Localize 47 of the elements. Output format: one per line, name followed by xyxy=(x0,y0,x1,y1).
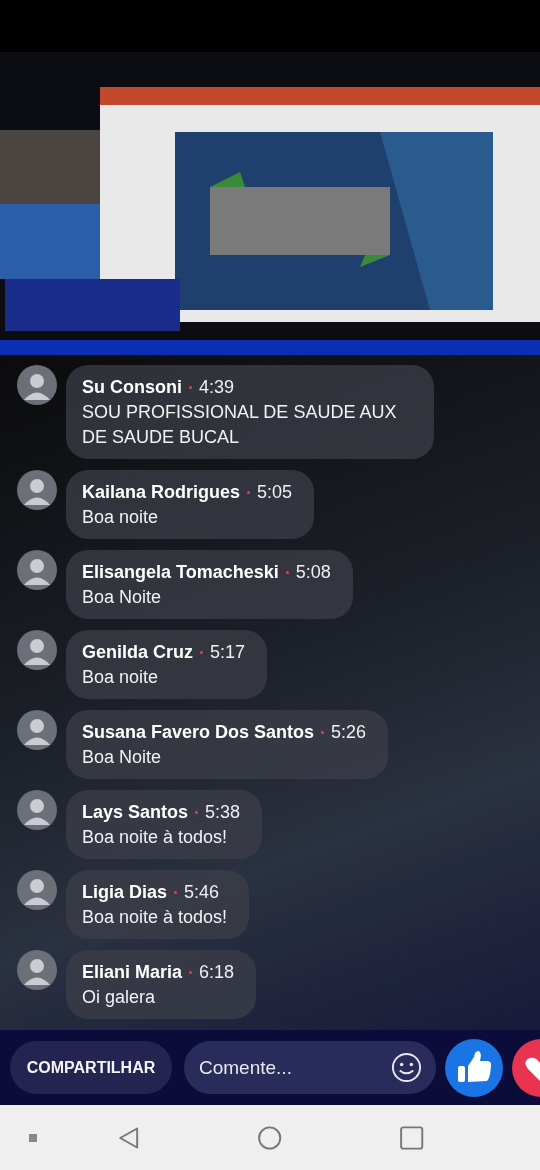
separator-dot-icon xyxy=(200,650,203,654)
commenter-name[interactable]: Ligia Dias xyxy=(82,879,168,905)
commenter-name[interactable]: Eliani Maria xyxy=(82,959,183,985)
separator-dot-icon xyxy=(174,890,178,894)
comment-time: 5:17 xyxy=(210,641,246,664)
comment-time: 5:26 xyxy=(331,721,367,744)
home-icon[interactable] xyxy=(257,1124,283,1151)
comment-time: 5:08 xyxy=(295,561,331,584)
avatar[interactable] xyxy=(17,790,57,830)
separator-dot-icon xyxy=(195,810,199,814)
heart-icon[interactable] xyxy=(512,1038,540,1097)
avatar[interactable] xyxy=(17,365,57,405)
comment-text: Boa noite xyxy=(82,506,160,529)
separator-dot-icon xyxy=(247,490,251,494)
avatar[interactable] xyxy=(17,470,57,510)
commenter-name[interactable]: Lays Santos xyxy=(82,799,189,825)
emoji-icon[interactable] xyxy=(391,1052,422,1083)
like-icon[interactable] xyxy=(445,1038,503,1097)
comment-text: Boa noite à todos! xyxy=(82,826,229,849)
recents-icon[interactable] xyxy=(398,1124,424,1151)
avatar[interactable] xyxy=(17,870,57,910)
avatar[interactable] xyxy=(17,630,57,670)
comment-text: Boa Noite xyxy=(82,586,163,609)
commenter-name[interactable]: Kailana Rodrigues xyxy=(82,479,241,505)
commenter-name[interactable]: Susana Favero Dos Santos xyxy=(82,719,315,745)
comment-time: 5:46 xyxy=(184,881,220,904)
comment-text: Boa noite xyxy=(82,666,160,689)
comment-text: Boa Noite xyxy=(82,746,163,769)
comment-time: 6:18 xyxy=(199,961,235,984)
comment-time: 5:05 xyxy=(257,481,293,504)
commenter-name[interactable]: Elisangela Tomacheski xyxy=(82,559,279,585)
commenter-name[interactable]: Su Consoni xyxy=(82,374,182,400)
comment-text: Boa noite à todos! xyxy=(82,906,228,929)
separator-dot-icon xyxy=(285,570,289,574)
separator-dot-icon xyxy=(189,385,192,389)
comment-time: 4:39 xyxy=(199,376,235,399)
commenter-name[interactable]: Genilda Cruz xyxy=(82,639,193,665)
separator-dot-icon xyxy=(189,970,193,974)
comment-text: Oi galera xyxy=(82,986,157,1009)
avatar[interactable] xyxy=(17,710,57,750)
comment-text: SOU PROFISSIONAL DE SAUDE AUX DE SAUDE BUCAL xyxy=(82,401,398,449)
share-button[interactable]: COMPARTILHAR xyxy=(10,1041,172,1094)
comment-field[interactable]: Comente... xyxy=(184,1041,436,1094)
avatar[interactable] xyxy=(17,550,57,590)
comment-time: 5:38 xyxy=(205,801,241,824)
avatar[interactable] xyxy=(17,950,57,990)
separator-dot-icon xyxy=(321,730,325,734)
